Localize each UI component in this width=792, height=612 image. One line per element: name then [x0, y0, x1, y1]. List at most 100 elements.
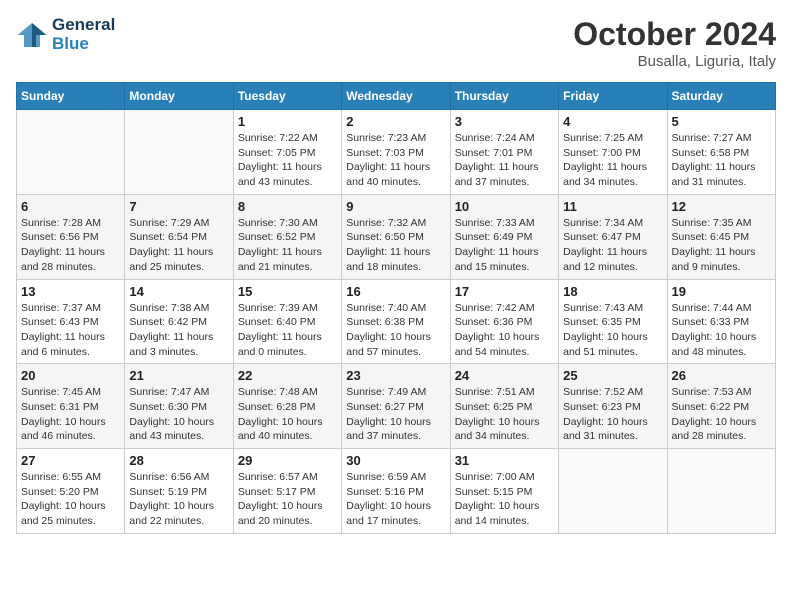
- logo-text-general: General: [52, 16, 115, 35]
- day-info: Sunrise: 7:22 AMSunset: 7:05 PMDaylight:…: [238, 131, 337, 190]
- day-number: 9: [346, 199, 445, 214]
- calendar-cell: 30 Sunrise: 6:59 AMSunset: 5:16 PMDayligh…: [342, 449, 450, 534]
- calendar-cell: [559, 449, 667, 534]
- day-info: Sunrise: 6:56 AMSunset: 5:19 PMDaylight:…: [129, 470, 228, 529]
- calendar-cell: 14Sunrise: 7:38 AMSunset: 6:42 PMDayligh…: [125, 279, 233, 364]
- calendar-cell: [125, 110, 233, 195]
- weekday-header-sunday: Sunday: [17, 83, 125, 110]
- day-number: 23: [346, 368, 445, 383]
- calendar-cell: 18Sunrise: 7:43 AMSunset: 6:35 PMDayligh…: [559, 279, 667, 364]
- day-number: 24: [455, 368, 554, 383]
- calendar-week-5: 27 Sunrise: 6:55 AMSunset: 5:20 PMDayligh…: [17, 449, 776, 534]
- header-row: SundayMondayTuesdayWednesdayThursdayFrid…: [17, 83, 776, 110]
- calendar-cell: 13 Sunrise: 7:37 AMSunset: 6:43 PMDayligh…: [17, 279, 125, 364]
- calendar-cell: 1 Sunrise: 7:22 AMSunset: 7:05 PMDaylight…: [233, 110, 341, 195]
- day-number: 18: [563, 284, 662, 299]
- calendar-cell: 9 Sunrise: 7:32 AMSunset: 6:50 PMDaylight…: [342, 194, 450, 279]
- logo-text-blue: Blue: [52, 35, 115, 54]
- day-info: Sunrise: 7:27 AMSunset: 6:58 PMDaylight:…: [672, 131, 771, 190]
- weekday-header-wednesday: Wednesday: [342, 83, 450, 110]
- day-number: 25: [563, 368, 662, 383]
- calendar-cell: 7 Sunrise: 7:29 AMSunset: 6:54 PMDaylight…: [125, 194, 233, 279]
- day-info: Sunrise: 7:51 AMSunset: 6:25 PMDaylight:…: [455, 385, 554, 444]
- calendar-week-1: 1 Sunrise: 7:22 AMSunset: 7:05 PMDaylight…: [17, 110, 776, 195]
- weekday-header-saturday: Saturday: [667, 83, 775, 110]
- calendar-cell: 3 Sunrise: 7:24 AMSunset: 7:01 PMDaylight…: [450, 110, 558, 195]
- day-number: 17: [455, 284, 554, 299]
- day-number: 5: [672, 114, 771, 129]
- day-number: 3: [455, 114, 554, 129]
- weekday-header-thursday: Thursday: [450, 83, 558, 110]
- calendar-cell: 16 Sunrise: 7:40 AMSunset: 6:38 PMDayligh…: [342, 279, 450, 364]
- calendar-cell: [667, 449, 775, 534]
- day-number: 28: [129, 453, 228, 468]
- calendar-cell: 27 Sunrise: 6:55 AMSunset: 5:20 PMDayligh…: [17, 449, 125, 534]
- calendar-cell: [17, 110, 125, 195]
- day-info: Sunrise: 7:40 AMSunset: 6:38 PMDaylight:…: [346, 301, 445, 360]
- calendar-cell: 20Sunrise: 7:45 AMSunset: 6:31 PMDayligh…: [17, 364, 125, 449]
- calendar-cell: 15 Sunrise: 7:39 AMSunset: 6:40 PMDayligh…: [233, 279, 341, 364]
- day-number: 6: [21, 199, 120, 214]
- calendar-cell: 23 Sunrise: 7:49 AMSunset: 6:27 PMDayligh…: [342, 364, 450, 449]
- calendar-table: SundayMondayTuesdayWednesdayThursdayFrid…: [16, 82, 776, 534]
- day-info: Sunrise: 7:25 AMSunset: 7:00 PMDaylight:…: [563, 131, 662, 190]
- day-number: 8: [238, 199, 337, 214]
- calendar-cell: 8 Sunrise: 7:30 AMSunset: 6:52 PMDaylight…: [233, 194, 341, 279]
- calendar-cell: 5 Sunrise: 7:27 AMSunset: 6:58 PMDaylight…: [667, 110, 775, 195]
- calendar-week-4: 20Sunrise: 7:45 AMSunset: 6:31 PMDayligh…: [17, 364, 776, 449]
- day-number: 11: [563, 199, 662, 214]
- day-number: 21: [129, 368, 228, 383]
- day-number: 16: [346, 284, 445, 299]
- calendar-body: 1 Sunrise: 7:22 AMSunset: 7:05 PMDaylight…: [17, 110, 776, 534]
- day-info: Sunrise: 7:45 AMSunset: 6:31 PMDaylight:…: [21, 385, 120, 444]
- day-info: Sunrise: 7:52 AMSunset: 6:23 PMDaylight:…: [563, 385, 662, 444]
- day-number: 7: [129, 199, 228, 214]
- day-number: 31: [455, 453, 554, 468]
- calendar-cell: 28 Sunrise: 6:56 AMSunset: 5:19 PMDayligh…: [125, 449, 233, 534]
- day-info: Sunrise: 7:48 AMSunset: 6:28 PMDaylight:…: [238, 385, 337, 444]
- calendar-cell: 31 Sunrise: 7:00 AMSunset: 5:15 PMDayligh…: [450, 449, 558, 534]
- day-number: 13: [21, 284, 120, 299]
- calendar-cell: 17 Sunrise: 7:42 AMSunset: 6:36 PMDayligh…: [450, 279, 558, 364]
- calendar-cell: 12Sunrise: 7:35 AMSunset: 6:45 PMDayligh…: [667, 194, 775, 279]
- page-header: General Blue October 2024 Busalla, Ligur…: [16, 16, 776, 70]
- calendar-cell: 2Sunrise: 7:23 AMSunset: 7:03 PMDaylight…: [342, 110, 450, 195]
- day-info: Sunrise: 6:57 AMSunset: 5:17 PMDaylight:…: [238, 470, 337, 529]
- day-number: 1: [238, 114, 337, 129]
- day-info: Sunrise: 7:32 AMSunset: 6:50 PMDaylight:…: [346, 216, 445, 275]
- day-number: 27: [21, 453, 120, 468]
- day-number: 26: [672, 368, 771, 383]
- day-info: Sunrise: 7:34 AMSunset: 6:47 PMDaylight:…: [563, 216, 662, 275]
- day-info: Sunrise: 6:59 AMSunset: 5:16 PMDaylight:…: [346, 470, 445, 529]
- day-info: Sunrise: 7:00 AMSunset: 5:15 PMDaylight:…: [455, 470, 554, 529]
- calendar-cell: 24 Sunrise: 7:51 AMSunset: 6:25 PMDayligh…: [450, 364, 558, 449]
- day-number: 30: [346, 453, 445, 468]
- day-number: 4: [563, 114, 662, 129]
- calendar-cell: 10Sunrise: 7:33 AMSunset: 6:49 PMDayligh…: [450, 194, 558, 279]
- weekday-header-tuesday: Tuesday: [233, 83, 341, 110]
- day-info: Sunrise: 7:39 AMSunset: 6:40 PMDaylight:…: [238, 301, 337, 360]
- weekday-header-friday: Friday: [559, 83, 667, 110]
- day-info: Sunrise: 7:42 AMSunset: 6:36 PMDaylight:…: [455, 301, 554, 360]
- day-info: Sunrise: 7:37 AMSunset: 6:43 PMDaylight:…: [21, 301, 120, 360]
- logo: General Blue: [16, 16, 115, 53]
- day-info: Sunrise: 7:29 AMSunset: 6:54 PMDaylight:…: [129, 216, 228, 275]
- day-info: Sunrise: 7:23 AMSunset: 7:03 PMDaylight:…: [346, 131, 445, 190]
- day-info: Sunrise: 7:24 AMSunset: 7:01 PMDaylight:…: [455, 131, 554, 190]
- title-block: October 2024 Busalla, Liguria, Italy: [573, 16, 776, 70]
- calendar-cell: 21 Sunrise: 7:47 AMSunset: 6:30 PMDayligh…: [125, 364, 233, 449]
- day-info: Sunrise: 7:49 AMSunset: 6:27 PMDaylight:…: [346, 385, 445, 444]
- day-info: Sunrise: 7:53 AMSunset: 6:22 PMDaylight:…: [672, 385, 771, 444]
- day-info: Sunrise: 7:30 AMSunset: 6:52 PMDaylight:…: [238, 216, 337, 275]
- day-info: Sunrise: 6:55 AMSunset: 5:20 PMDaylight:…: [21, 470, 120, 529]
- day-number: 29: [238, 453, 337, 468]
- day-info: Sunrise: 7:47 AMSunset: 6:30 PMDaylight:…: [129, 385, 228, 444]
- day-number: 15: [238, 284, 337, 299]
- month-title: October 2024: [573, 16, 776, 53]
- calendar-cell: 4 Sunrise: 7:25 AMSunset: 7:00 PMDaylight…: [559, 110, 667, 195]
- day-info: Sunrise: 7:38 AMSunset: 6:42 PMDaylight:…: [129, 301, 228, 360]
- calendar-cell: 6Sunrise: 7:28 AMSunset: 6:56 PMDaylight…: [17, 194, 125, 279]
- weekday-header-monday: Monday: [125, 83, 233, 110]
- calendar-cell: 26 Sunrise: 7:53 AMSunset: 6:22 PMDayligh…: [667, 364, 775, 449]
- calendar-cell: 29 Sunrise: 6:57 AMSunset: 5:17 PMDayligh…: [233, 449, 341, 534]
